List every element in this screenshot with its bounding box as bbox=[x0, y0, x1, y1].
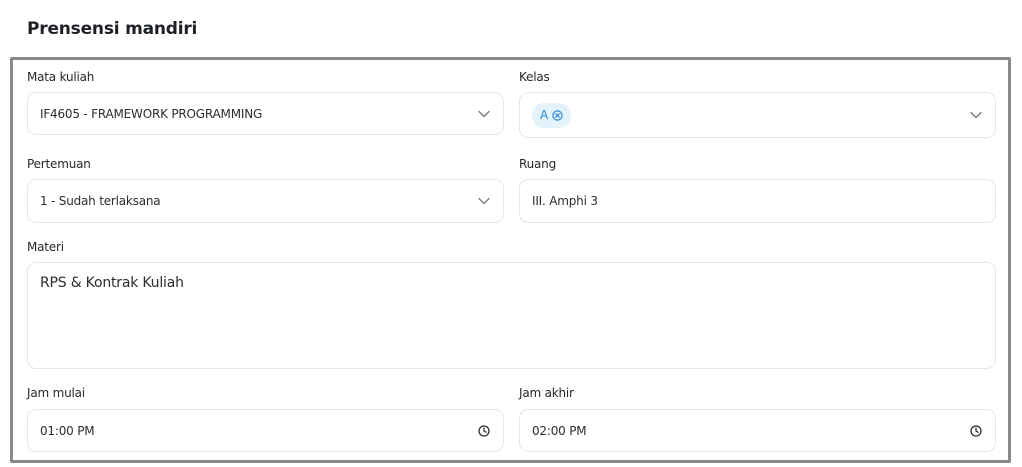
class-tag: A bbox=[532, 102, 572, 128]
meeting-value: 1 - Sudah terlaksana bbox=[40, 194, 161, 208]
start-time-input[interactable]: 01:00 PM bbox=[27, 409, 504, 452]
start-time-label: Jam mulai bbox=[27, 386, 85, 400]
course-value: IF4605 - FRAMEWORK PROGRAMMING bbox=[40, 106, 263, 121]
chevron-down-icon bbox=[477, 194, 491, 208]
start-time-value: 01:00 PM bbox=[40, 423, 95, 438]
end-time-value: 02:00 PM bbox=[532, 423, 587, 438]
class-multiselect[interactable]: A bbox=[519, 92, 996, 138]
chevron-down-icon bbox=[477, 107, 491, 121]
page-title: Prensensi mandiri bbox=[27, 19, 198, 39]
clock-icon[interactable] bbox=[477, 424, 491, 438]
end-time-label: Jam akhir bbox=[519, 386, 574, 400]
class-label: Kelas bbox=[519, 70, 550, 84]
course-select[interactable]: IF4605 - FRAMEWORK PROGRAMMING bbox=[27, 92, 504, 135]
meeting-label: Pertemuan bbox=[27, 157, 91, 171]
clock-icon[interactable] bbox=[969, 424, 983, 438]
close-circle-icon[interactable] bbox=[552, 109, 563, 121]
course-label: Mata kuliah bbox=[27, 70, 95, 84]
chevron-down-icon bbox=[969, 108, 983, 122]
end-time-input[interactable]: 02:00 PM bbox=[519, 409, 996, 452]
meeting-select[interactable]: 1 - Sudah terlaksana bbox=[27, 179, 504, 223]
room-value: III. Amphi 3 bbox=[532, 194, 598, 208]
material-textarea[interactable]: RPS & Kontrak Kuliah bbox=[27, 262, 996, 369]
room-label: Ruang bbox=[519, 157, 556, 171]
room-input[interactable]: III. Amphi 3 bbox=[519, 179, 996, 223]
class-tag-label: A bbox=[540, 108, 549, 122]
material-label: Materi bbox=[27, 240, 64, 254]
